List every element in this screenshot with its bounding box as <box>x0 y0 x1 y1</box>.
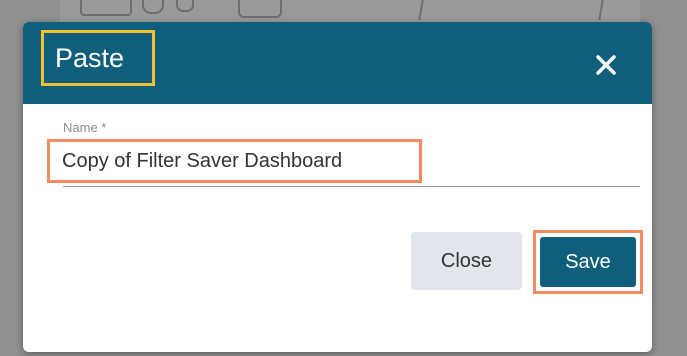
paste-dialog: Paste Name * Close Save <box>23 22 652 352</box>
name-field-highlight <box>47 139 422 183</box>
name-input[interactable] <box>62 142 417 180</box>
background-icon <box>176 0 194 12</box>
background-icon <box>238 0 282 18</box>
save-button[interactable]: Save <box>540 237 636 287</box>
dialog-title: Paste <box>41 30 155 86</box>
close-button[interactable]: Close <box>411 232 522 290</box>
close-icon[interactable] <box>591 50 621 80</box>
name-field-label: Name * <box>63 120 107 135</box>
name-field-underline <box>63 186 640 187</box>
background-icon <box>142 0 164 14</box>
background-icon <box>80 0 132 16</box>
dialog-header: Paste <box>23 22 652 104</box>
save-button-highlight: Save <box>533 230 643 294</box>
